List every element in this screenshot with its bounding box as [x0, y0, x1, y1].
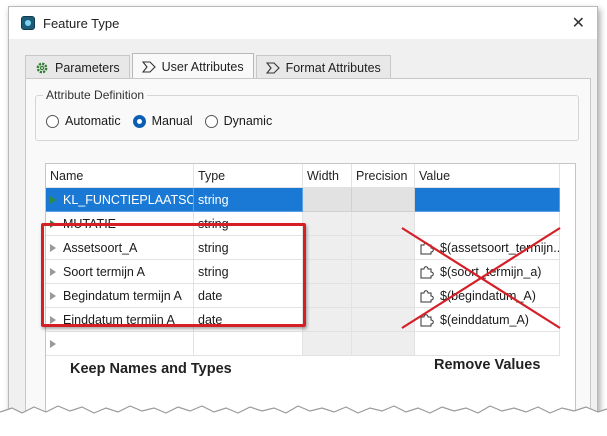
attribute-icon	[141, 60, 156, 73]
title-bar: Feature Type ✕	[9, 7, 597, 39]
type-cell[interactable]	[194, 332, 303, 356]
value-cell[interactable]: $(einddatum_A)	[415, 308, 560, 332]
value-text: $(begindatum_A)	[440, 288, 536, 303]
puzzle-icon	[419, 265, 435, 279]
new-attribute-row[interactable]	[46, 332, 560, 356]
puzzle-icon	[419, 241, 435, 255]
torn-edge	[0, 405, 607, 436]
gear-icon	[35, 61, 49, 75]
attribute-definition-group: Attribute Definition Automatic Manual Dy…	[35, 88, 579, 141]
tab-format-attributes[interactable]: Format Attributes	[255, 55, 391, 79]
value-text: $(assetsoort_termijn...	[440, 240, 560, 255]
header-precision[interactable]: Precision	[352, 164, 415, 188]
name-cell[interactable]	[46, 332, 194, 356]
width-cell[interactable]	[303, 308, 352, 332]
precision-cell[interactable]	[352, 260, 415, 284]
type-cell[interactable]: string	[194, 188, 303, 212]
keep-annotation: Keep Names and Types	[70, 361, 232, 377]
tab-label: Format Attributes	[285, 60, 381, 75]
table-row[interactable]: KL_FUNCTIEPLAATSC... string	[46, 188, 560, 212]
close-icon[interactable]: ✕	[572, 13, 585, 32]
group-title: Attribute Definition	[43, 88, 148, 102]
width-cell[interactable]	[303, 332, 352, 356]
attribute-icon	[265, 61, 280, 74]
radio-manual[interactable]: Manual	[132, 114, 193, 128]
radio-dynamic[interactable]: Dynamic	[204, 114, 273, 128]
table-header: Name Type Width Precision Value	[46, 164, 560, 188]
name-cell[interactable]: KL_FUNCTIEPLAATSC...	[46, 188, 194, 212]
radio-circle[interactable]	[46, 114, 59, 128]
header-name[interactable]: Name	[46, 164, 194, 188]
value-text: $(einddatum_A)	[440, 312, 529, 327]
tab-label: Parameters	[55, 60, 120, 75]
value-cell[interactable]	[415, 212, 560, 236]
radio-label: Automatic	[65, 114, 121, 128]
width-cell[interactable]	[303, 236, 352, 260]
tab-label: User Attributes	[161, 59, 244, 74]
attribute-name: KL_FUNCTIEPLAATSC...	[63, 192, 194, 207]
radio-label: Manual	[151, 114, 193, 128]
width-cell[interactable]	[303, 188, 352, 212]
radio-circle[interactable]	[204, 114, 218, 128]
tab-user-attributes[interactable]: User Attributes	[131, 53, 254, 79]
width-cell[interactable]	[303, 212, 352, 236]
radio-automatic[interactable]: Automatic	[46, 114, 121, 128]
tab-parameters[interactable]: Parameters	[25, 55, 130, 79]
width-cell[interactable]	[303, 260, 352, 284]
puzzle-icon	[419, 289, 435, 303]
precision-cell[interactable]	[352, 284, 415, 308]
value-text: $(soort_termijn_a)	[440, 264, 542, 279]
window-title: Feature Type	[43, 16, 120, 31]
precision-cell[interactable]	[352, 308, 415, 332]
row-expand-icon	[50, 195, 56, 204]
puzzle-icon	[419, 313, 435, 327]
tab-strip: Parameters User Attributes Format Attrib…	[25, 53, 393, 79]
header-type[interactable]: Type	[194, 164, 303, 188]
radio-label: Dynamic	[223, 114, 273, 128]
value-cell[interactable]: $(begindatum_A)	[415, 284, 560, 308]
width-cell[interactable]	[303, 284, 352, 308]
precision-cell[interactable]	[352, 212, 415, 236]
remove-annotation: Remove Values	[434, 357, 541, 373]
header-width[interactable]: Width	[303, 164, 352, 188]
value-cell[interactable]: $(soort_termijn_a)	[415, 260, 560, 284]
keep-highlight-box	[41, 223, 306, 327]
precision-cell[interactable]	[352, 236, 415, 260]
header-value[interactable]: Value	[415, 164, 560, 188]
value-cell[interactable]	[415, 332, 560, 356]
app-icon	[21, 16, 35, 30]
radio-circle[interactable]	[132, 114, 146, 128]
attribute-definition-options: Automatic Manual Dynamic	[46, 114, 284, 128]
precision-cell[interactable]	[352, 188, 415, 212]
value-cell[interactable]	[415, 188, 560, 212]
row-expand-icon	[50, 339, 56, 348]
value-cell[interactable]: $(assetsoort_termijn...	[415, 236, 560, 260]
precision-cell[interactable]	[352, 332, 415, 356]
